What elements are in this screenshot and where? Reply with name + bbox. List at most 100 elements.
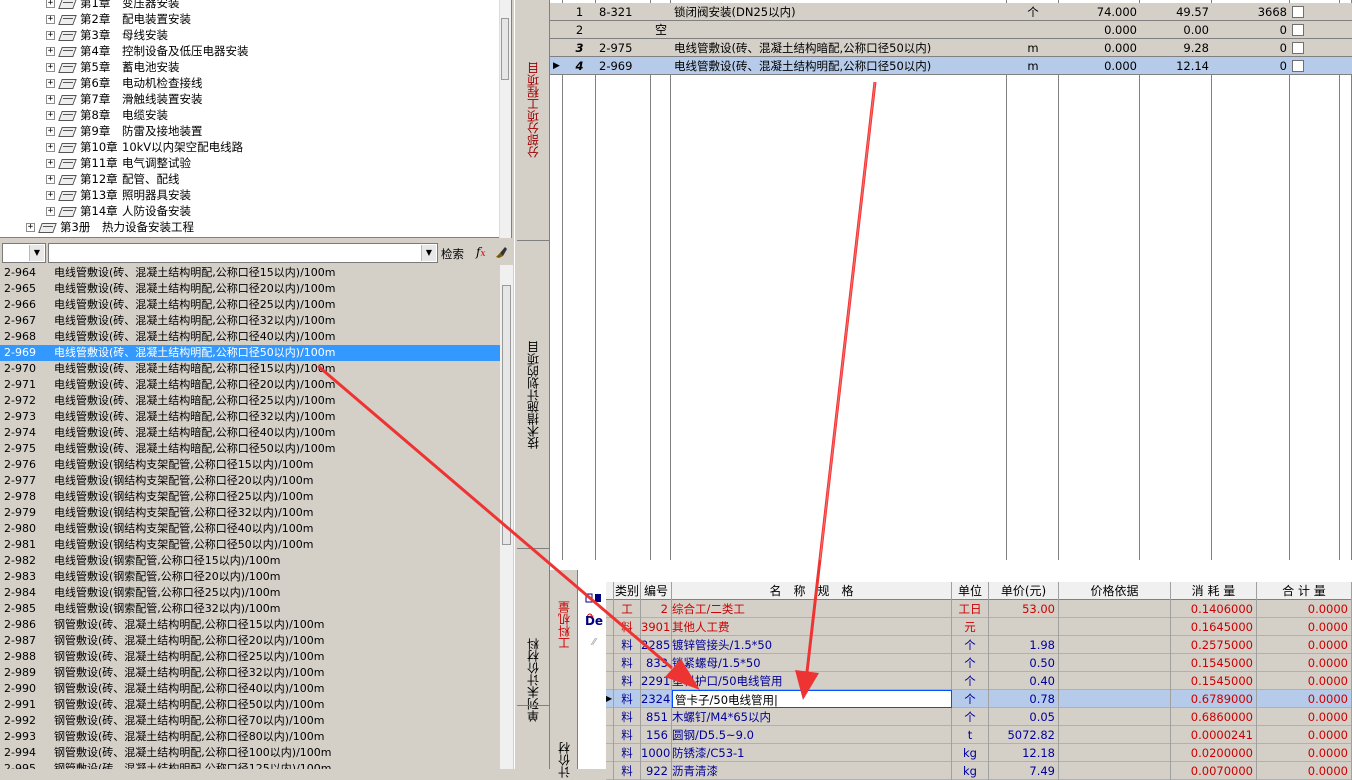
quota-list-item[interactable]: 2-971 电线管敷设(砖、混凝土结构暗配,公称口径20以内)/100m [0,377,500,393]
quota-list-item[interactable]: 2-987 钢管敷设(砖、混凝土结构明配,公称口径20以内)/100m [0,633,500,649]
resource-total[interactable]: 0.0000 [1257,600,1352,618]
list-scroll-thumb[interactable] [502,285,511,545]
expand-icon[interactable]: + [46,78,55,88]
row-unit[interactable]: 个 [1007,3,1059,21]
quota-list-item[interactable]: 2-976 电线管敷设(钢结构支架配管,公称口径15以内)/100m [0,457,500,473]
resource-unit[interactable]: 元 [952,618,989,636]
row-name[interactable]: 电线管敷设(砖、混凝土结构暗配,公称口径50以内) [674,39,1007,57]
resource-unit[interactable]: 个 [952,672,989,690]
tree-chapter[interactable]: + 第14章 人防设备安装 [46,203,191,219]
row-quantity[interactable]: 0.000 [1059,57,1140,75]
tree-scroll-thumb[interactable] [501,18,509,80]
resource-basis[interactable] [1059,600,1171,618]
resource-row[interactable]: 料 156 圆钢/D5.5~9.0 t 5072.82 0.0000241 0.0000 [606,726,1352,744]
resource-code[interactable]: 156 [641,726,672,744]
col-code[interactable]: 编号 [641,582,672,600]
row-quantity[interactable]: 0.000 [1059,21,1140,39]
row-unit-price[interactable]: 9.28 [1140,39,1212,57]
division-row[interactable]: 2 空 0.000 0.00 0 [550,21,1352,39]
quota-list-item[interactable]: 2-968 电线管敷设(砖、混凝土结构明配,公称口径40以内)/100m [0,329,500,345]
quota-list-item[interactable]: 2-981 电线管敷设(钢结构支架配管,公称口径50以内)/100m [0,537,500,553]
tree-chapter[interactable]: + 第4章 控制设备及低压电器安装 [46,43,249,59]
search-input[interactable]: ▼ [48,243,438,263]
expand-icon[interactable]: + [46,62,55,72]
resource-basis[interactable] [1059,636,1171,654]
grid-add-icon[interactable] [581,592,607,610]
resource-code[interactable]: 1000 [641,744,672,762]
resource-basis[interactable] [1059,708,1171,726]
search-button[interactable]: 检索 [441,246,464,262]
resource-price[interactable]: 7.49 [989,762,1059,780]
resource-row[interactable]: 料 2291 塑料护口/50电线管用个 0.40 0.1545000 0.0000 [606,672,1352,690]
chevron-down-icon[interactable]: ▼ [421,245,436,261]
quota-list-item[interactable]: 2-990 钢管敷设(砖、混凝土结构明配,公称口径40以内)/100m [0,681,500,697]
resource-row[interactable]: ▶ 料 2324 个 0.78 0.6789000 0.0000 管卡子/50电线管用| [606,690,1352,708]
resource-price[interactable]: 0.78 [989,690,1059,708]
resource-row[interactable]: 料 922 沥青清漆 kg 7.49 0.0070000 0.0000 [606,762,1352,780]
expand-icon[interactable]: + [46,94,55,104]
tab-division-items[interactable]: 分部分项工程项目 [519,30,547,190]
col-unit[interactable]: 单位 [952,582,989,600]
resource-unit[interactable]: kg [952,744,989,762]
quota-list-item[interactable]: 2-983 电线管敷设(钢索配管,公称口径20以内)/100m [0,569,500,585]
resource-basis[interactable] [1059,618,1171,636]
row-checkbox[interactable] [1292,6,1304,18]
row-unit[interactable]: m [1007,57,1059,75]
resource-name[interactable]: 管卡子/50电线管用 [673,693,774,707]
resource-unit[interactable]: 个 [952,708,989,726]
formula-icon[interactable]: fx [476,245,486,259]
resource-row[interactable]: 料 3901 其他人工费元 0.1645000 0.0000 [606,618,1352,636]
resource-row[interactable]: 料 2285 镀锌管接头/1.5*50 个 1.98 0.2575000 0.0000 [606,636,1352,654]
resource-name[interactable]: 镀锌管接头/1.5*50 [672,636,952,654]
expand-icon[interactable]: + [46,0,55,8]
resource-row[interactable]: 料 1000 防锈漆/C53-1 kg 12.18 0.0200000 0.0000 [606,744,1352,762]
tree-volume[interactable]: + 第3册 热力设备安装工程 [26,219,194,235]
resource-price[interactable]: 12.18 [989,744,1059,762]
row-name[interactable]: 电线管敷设(砖、混凝土结构明配,公称口径50以内) [674,57,1007,75]
resource-type[interactable]: 料 [614,618,641,636]
quota-list-item[interactable]: 2-988 钢管敷设(砖、混凝土结构明配,公称口径25以内)/100m [0,649,500,665]
expand-icon[interactable]: + [46,158,55,168]
resource-name[interactable]: 木螺钉/M4*65以内 [672,708,952,726]
resource-basis[interactable] [1059,762,1171,780]
expand-icon[interactable]: + [46,110,55,120]
row-name[interactable]: 锁闭阀安装(DN25以内) [674,3,1007,21]
col-name[interactable]: 名 称 规 格 [672,582,952,600]
quota-list-item[interactable]: 2-970 电线管敷设(砖、混凝土结构暗配,公称口径15以内)/100m [0,361,500,377]
resource-unit[interactable]: 个 [952,690,989,708]
resource-total[interactable]: 0.0000 [1257,636,1352,654]
resource-type[interactable]: 料 [614,744,641,762]
quota-list-item[interactable]: 2-969 电线管敷设(砖、混凝土结构明配,公称口径50以内)/100m [0,345,500,361]
resource-price[interactable] [989,618,1059,636]
resource-name[interactable]: 锁紧螺母/1.5*50 [672,654,952,672]
expand-icon[interactable]: + [46,142,55,152]
resource-type[interactable]: 料 [614,654,641,672]
quota-list-item[interactable]: 2-993 钢管敷设(砖、混凝土结构明配,公称口径80以内)/100m [0,729,500,745]
tab-tech-measures[interactable]: 技术措施计划的项目 [519,300,547,490]
division-row[interactable]: ▶ 4 2-969 电线管敷设(砖、混凝土结构明配,公称口径50以内) m 0.000 12… [550,57,1352,75]
row-code[interactable]: 2-969 [599,57,651,75]
resource-unit[interactable]: 个 [952,654,989,672]
resource-name-editor[interactable]: 管卡子/50电线管用| [672,690,952,708]
quota-list-item[interactable]: 2-977 电线管敷设(钢结构支架配管,公称口径20以内)/100m [0,473,500,489]
resource-code[interactable]: 922 [641,762,672,780]
resource-total[interactable]: 0.0000 [1257,762,1352,780]
resource-type[interactable]: 料 [614,762,641,780]
row-code[interactable]: 8-321 [599,3,651,21]
row-checkbox[interactable] [1292,60,1304,72]
tree-chapter[interactable]: + 第13章 照明器具安装 [46,187,191,203]
resource-consumption[interactable]: 0.0070000 [1171,762,1257,780]
resource-code[interactable]: 3901 [641,618,672,636]
resource-consumption[interactable]: 0.1406000 [1171,600,1257,618]
resource-row[interactable]: 料 851 木螺钉/M4*65以内个 0.05 0.6860000 0.0000 [606,708,1352,726]
division-row[interactable]: 3 2-975 电线管敷设(砖、混凝土结构暗配,公称口径50以内) m 0.000 9.2… [550,39,1352,57]
resource-type[interactable]: 料 [614,708,641,726]
resource-code[interactable]: 851 [641,708,672,726]
resource-name[interactable]: 塑料护口/50电线管用 [672,672,952,690]
resource-unit[interactable]: kg [952,762,989,780]
resource-price[interactable]: 1.98 [989,636,1059,654]
quota-list-item[interactable]: 2-979 电线管敷设(钢结构支架配管,公称口径32以内)/100m [0,505,500,521]
expand-icon[interactable]: + [46,46,55,56]
quota-list-item[interactable]: 2-986 钢管敷设(砖、混凝土结构明配,公称口径15以内)/100m [0,617,500,633]
quota-list-item[interactable]: 2-994 钢管敷设(砖、混凝土结构明配,公称口径100以内)/100m [0,745,500,761]
